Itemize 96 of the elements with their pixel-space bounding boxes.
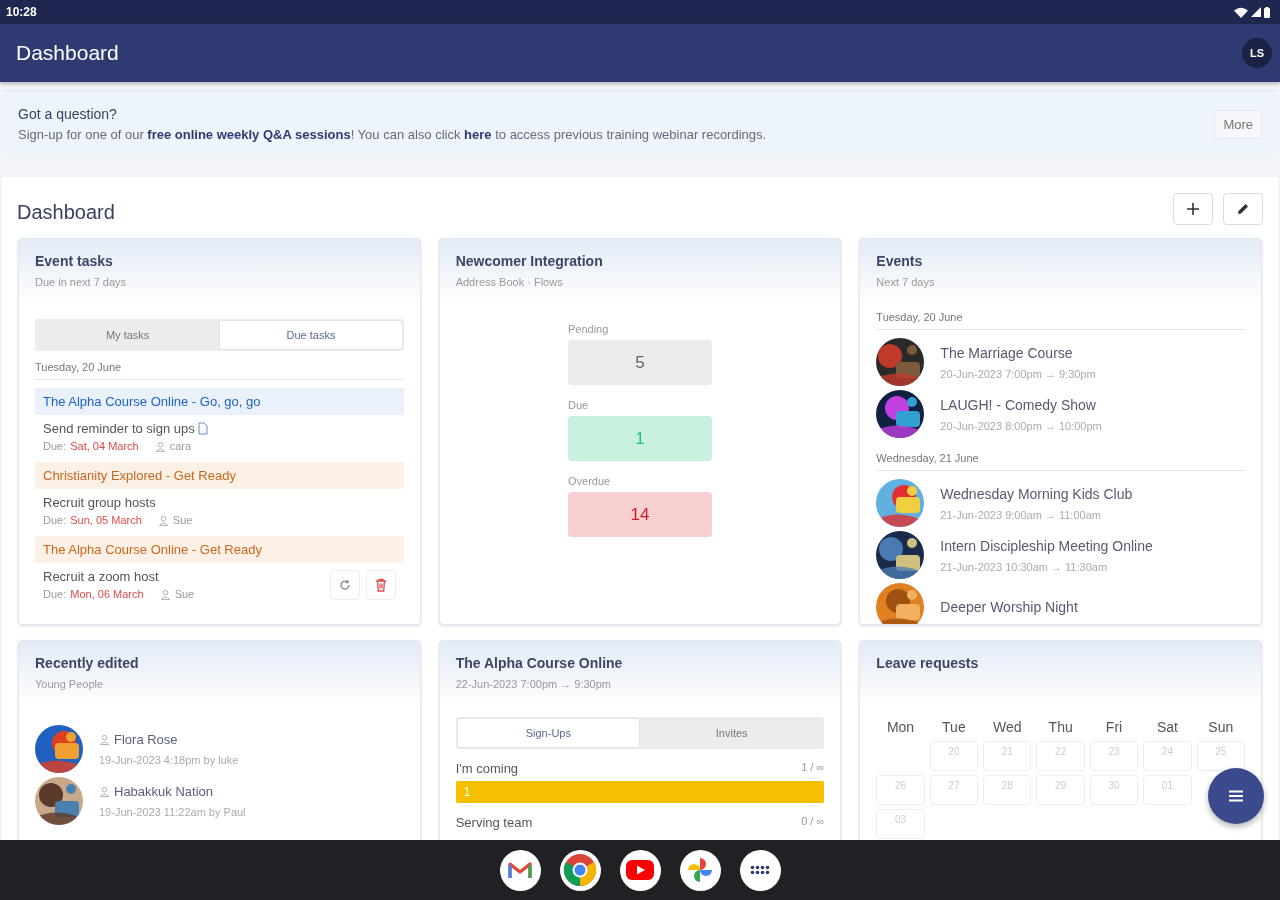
- browser-app-icon[interactable]: [559, 849, 601, 891]
- event-name[interactable]: LAUGH! - Comedy Show: [940, 396, 1102, 413]
- event-name[interactable]: The Marriage Course: [940, 344, 1096, 361]
- due-date: Sun, 05 March: [70, 514, 142, 526]
- wifi-icon: [1234, 6, 1248, 18]
- task-item[interactable]: Send reminder to sign ups Due: Sat, 04 March cara: [35, 415, 404, 462]
- mail-app-icon[interactable]: [499, 849, 541, 891]
- card-title: Events: [876, 253, 924, 269]
- video-app-icon[interactable]: [619, 849, 661, 891]
- event-time: 20-Jun-2023 7:00pm → 9:30pm: [940, 367, 1096, 380]
- event-name[interactable]: Intern Discipleship Meeting Online: [940, 537, 1153, 554]
- event-group-heading[interactable]: The Alpha Course Online - Go, go, go: [35, 388, 404, 415]
- segment-tab[interactable]: Invites: [640, 718, 824, 748]
- event-time: 20-Jun-2023 8:00pm → 10:00pm: [940, 419, 1102, 432]
- card-title: Event tasks: [35, 253, 114, 269]
- weekday-label: Mon: [885, 719, 916, 737]
- person-icon: [154, 440, 166, 452]
- task-item[interactable]: Recruit group hosts Due: Sun, 05 March Sue: [35, 489, 404, 536]
- delete-button[interactable]: [365, 569, 396, 600]
- person-icon: [99, 786, 110, 797]
- due-date: Mon, 06 March: [70, 588, 144, 600]
- assignee-name: cara: [169, 440, 192, 452]
- card-subtitle: Address Book · Flows: [455, 276, 564, 288]
- weekday-label: Tue: [941, 719, 967, 737]
- segment-tab[interactable]: My tasks: [36, 320, 220, 350]
- more-button[interactable]: More: [1214, 109, 1262, 139]
- edit-info: 19-Jun-2023 11:22am by Paul: [99, 806, 246, 818]
- app-title: Dashboard: [16, 41, 119, 65]
- card-subtitle: Next 7 days: [876, 276, 936, 288]
- due-date: Sat, 04 March: [70, 440, 139, 452]
- segment-tab[interactable]: Sign-Ups: [456, 718, 640, 748]
- event-name[interactable]: Wednesday Morning Kids Club: [940, 485, 1133, 502]
- signup-label: Serving team: [455, 815, 533, 830]
- event-time: 21-Jun-2023 9:00am → 11:00am: [940, 508, 1102, 521]
- person-icon: [99, 734, 110, 745]
- counter-label: Due: [568, 399, 590, 411]
- card-title: Recently edited: [35, 655, 140, 671]
- banner-text: Sign-up for one of our free online weekly Q&A sessions! You can also click here to access previous training webinar recordings.: [18, 127, 767, 142]
- user-avatar[interactable]: LS: [1242, 38, 1272, 68]
- weekday-label: Fri: [1104, 719, 1124, 737]
- task-name: Send reminder to sign ups: [43, 421, 195, 436]
- event-time: 21-Jun-2023 10:30am → 11:30am: [940, 560, 1109, 573]
- assignee-name: Sue: [174, 588, 195, 600]
- weekday-label: Wed: [992, 719, 1023, 737]
- date-heading: Wednesday, 21 June: [876, 442, 1245, 471]
- date-heading: Tuesday, 20 June: [35, 351, 404, 380]
- battery-icon: [1264, 6, 1270, 18]
- card-title: Leave requests: [876, 655, 980, 671]
- date-heading: Tuesday, 20 June: [876, 301, 1245, 330]
- app-grid-icon[interactable]: [739, 849, 781, 891]
- weekday-label: Sun: [1207, 719, 1235, 737]
- person-icon: [159, 588, 171, 600]
- card-subtitle: Due in next 7 days: [35, 276, 128, 288]
- refresh-icon: [338, 578, 351, 591]
- person-name[interactable]: Habakkuk Nation: [114, 784, 213, 799]
- assignee-name: Sue: [172, 514, 193, 526]
- counter-tile[interactable]: 5: [568, 340, 712, 385]
- clock: 10:28: [6, 5, 37, 19]
- banner-link[interactable]: free online weekly Q&A sessions: [147, 127, 351, 142]
- card-title: Newcomer Integration: [455, 253, 604, 269]
- person-name[interactable]: Flora Rose: [114, 732, 178, 747]
- signup-count: 1 / ∞: [801, 761, 825, 775]
- progress-fill: 1: [455, 781, 825, 803]
- edit-button[interactable]: [1223, 193, 1263, 225]
- segment-tab[interactable]: Due tasks: [219, 320, 403, 350]
- due-label: Due:: [43, 440, 67, 452]
- dashboard-title: Dashboard: [17, 199, 115, 224]
- person-icon: [157, 514, 169, 526]
- task-name: Recruit a zoom host: [43, 569, 159, 584]
- menu-icon: [1228, 790, 1244, 802]
- weekday-label: Sat: [1155, 719, 1179, 737]
- counter-label: Overdue: [568, 475, 612, 487]
- weekday-label: Thu: [1047, 719, 1074, 737]
- card-subtitle: 22-Jun-2023 7:00pm → 9:30pm: [455, 678, 612, 690]
- banner-link[interactable]: here: [464, 127, 492, 142]
- card-subtitle: Young People: [35, 678, 105, 690]
- due-label: Due:: [43, 588, 67, 600]
- pinwheel-app-icon[interactable]: [679, 849, 721, 891]
- counter-tile[interactable]: 14: [568, 492, 712, 537]
- task-name: Recruit group hosts: [43, 495, 156, 510]
- event-group-heading[interactable]: The Alpha Course Online - Get Ready: [35, 536, 404, 563]
- add-button[interactable]: [1173, 193, 1213, 225]
- plus-icon: [1187, 203, 1199, 215]
- event-name[interactable]: Deeper Worship Night: [940, 599, 1078, 615]
- pencil-icon: [1237, 203, 1249, 215]
- signup-label: I'm coming: [455, 761, 519, 776]
- edit-info: 19-Jun-2023 4:18pm by luke: [99, 754, 239, 766]
- due-label: Due:: [43, 514, 67, 526]
- signup-count: 0 / ∞: [801, 815, 825, 829]
- banner-title: Got a question?: [18, 106, 118, 122]
- counter-label: Pending: [568, 323, 610, 335]
- signal-icon: [1251, 7, 1261, 17]
- event-group-heading[interactable]: Christianity Explored - Get Ready: [35, 462, 404, 489]
- card-title: The Alpha Course Online: [455, 655, 624, 671]
- trash-icon: [374, 577, 387, 592]
- task-item[interactable]: Recruit a zoom host Due: Mon, 06 March Sue: [35, 563, 404, 610]
